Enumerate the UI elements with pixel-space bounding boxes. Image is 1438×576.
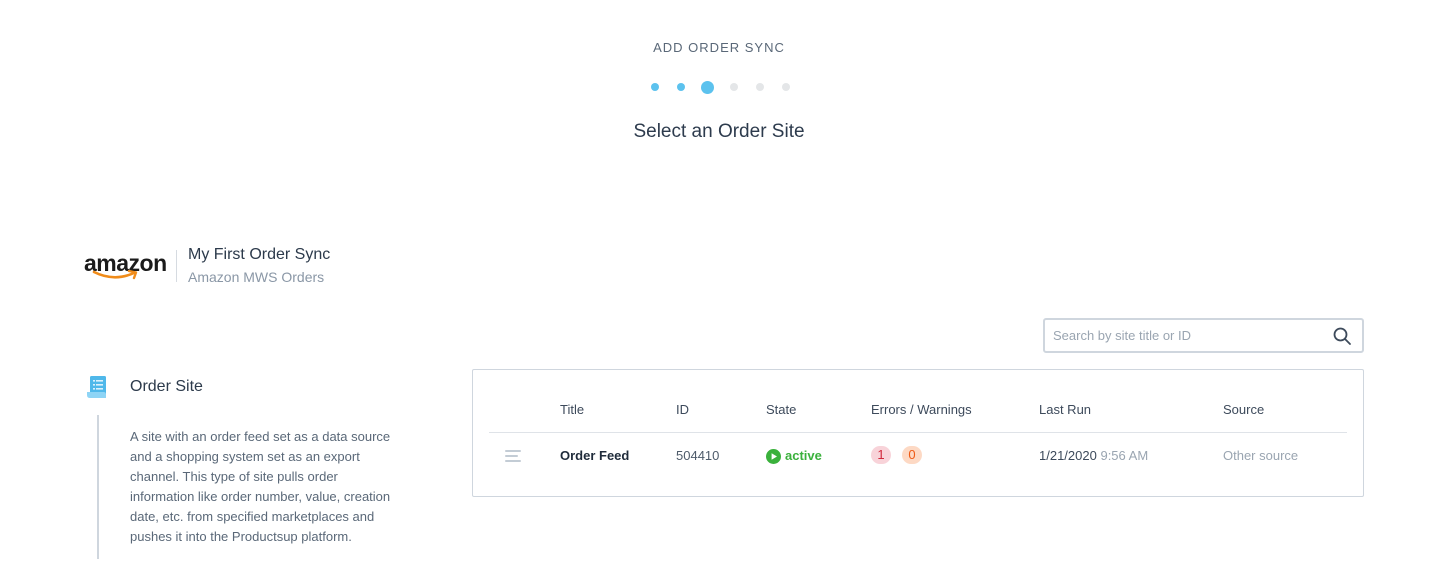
- add-order-sync-page: ADD ORDER SYNC Select an Order Site amaz…: [0, 0, 1438, 576]
- step-dot-6: [782, 83, 790, 91]
- sites-table: Title ID State Errors / Warnings Last Ru…: [472, 369, 1364, 497]
- site-search[interactable]: [1043, 318, 1364, 353]
- search-icon[interactable]: [1332, 326, 1352, 346]
- step-dot-1: [651, 83, 659, 91]
- search-input[interactable]: [1053, 328, 1332, 343]
- page-title: Select an Order Site: [633, 121, 805, 142]
- site-type-info: Order Site A site with an order feed set…: [86, 375, 390, 559]
- row-state: active: [766, 448, 822, 464]
- column-header-id[interactable]: ID: [676, 402, 689, 417]
- site-type-label: Order Site: [130, 378, 203, 395]
- step-dot-2: [677, 83, 685, 91]
- site-type-description: A site with an order feed set as a data …: [97, 415, 397, 559]
- step-dot-3-current: [701, 80, 714, 94]
- step-dot-5: [756, 83, 764, 91]
- header-divider: [489, 432, 1347, 433]
- row-title[interactable]: Order Feed: [560, 448, 629, 464]
- row-last-run: 1/21/2020 9:56 AM: [1039, 448, 1148, 464]
- error-count-badge: 1: [871, 446, 891, 464]
- warning-count-badge: 0: [902, 446, 922, 464]
- row-errors-warnings: 1 0: [871, 446, 933, 464]
- wizard-kicker: ADD ORDER SYNC: [653, 40, 785, 55]
- column-header-last-run[interactable]: Last Run: [1039, 402, 1091, 417]
- document-icon: [87, 376, 106, 398]
- amazon-smile-icon: [92, 269, 138, 279]
- state-label: active: [785, 448, 822, 463]
- column-header-title[interactable]: Title: [560, 402, 584, 417]
- play-icon: [766, 448, 781, 464]
- column-header-state[interactable]: State: [766, 402, 796, 417]
- last-run-date: 1/21/2020: [1039, 448, 1097, 463]
- row-id: 504410: [676, 448, 720, 463]
- column-header-source[interactable]: Source: [1223, 402, 1264, 417]
- column-header-errors-warnings[interactable]: Errors / Warnings: [871, 402, 972, 417]
- row-source: Other source: [1223, 448, 1299, 463]
- last-run-time: 9:56 AM: [1100, 448, 1149, 463]
- drag-handle-icon[interactable]: [505, 450, 521, 462]
- sync-name: My First Order Sync: [188, 246, 331, 263]
- wizard-stepper: [651, 80, 808, 94]
- sync-type: Amazon MWS Orders: [188, 269, 325, 285]
- step-dot-4: [730, 83, 738, 91]
- sync-divider: [176, 249, 177, 282]
- sync-info: amazon My First Order Sync Amazon MWS Or…: [84, 246, 330, 285]
- amazon-logo: amazon: [84, 249, 167, 283]
